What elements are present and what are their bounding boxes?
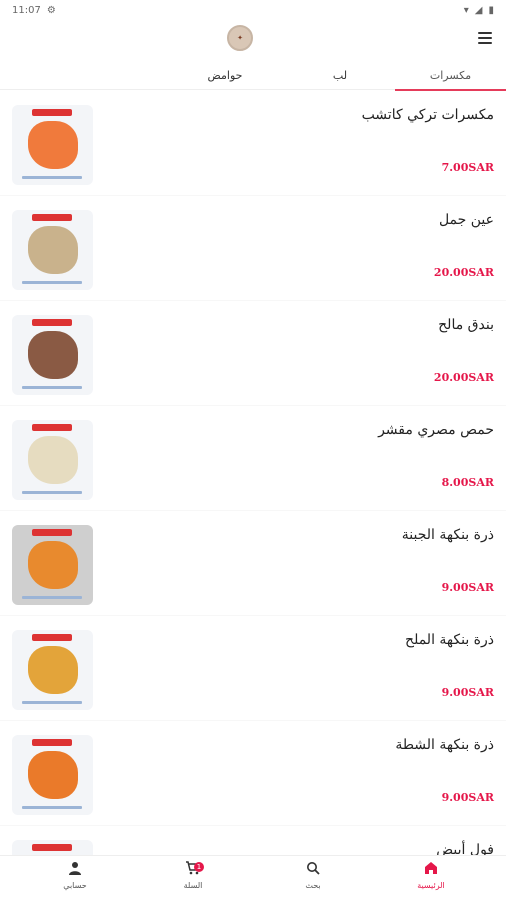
brand-logo: [32, 844, 72, 851]
image-caption: [22, 176, 82, 179]
image-caption: [22, 806, 82, 809]
product-item[interactable]: ذرة بنكهة الجبنة 9.00SAR: [0, 511, 506, 615]
menu-icon[interactable]: [478, 32, 492, 44]
tab-label: حوامض: [207, 68, 243, 82]
product-image: [12, 840, 93, 855]
tab-sours[interactable]: حوامض: [180, 60, 270, 90]
nav-label: الرئيسية: [417, 881, 445, 890]
product-image: [12, 315, 93, 395]
nav-home[interactable]: الرئيسية: [401, 861, 461, 890]
product-item[interactable]: مكسرات تركي كاتشب 7.00SAR: [0, 91, 506, 195]
product-image: [12, 210, 93, 290]
product-name: فول أبيض: [436, 842, 494, 855]
product-price: 9.00SAR: [441, 791, 494, 804]
product-name: ذرة بنكهة الشطة: [395, 737, 494, 753]
brand-logo: [32, 634, 72, 641]
product-list[interactable]: مكسرات تركي كاتشب 7.00SAR عين جمل 20.00S…: [0, 91, 506, 855]
product-price: 8.00SAR: [441, 476, 494, 489]
image-caption: [22, 596, 82, 599]
product-item[interactable]: بندق مالح 20.00SAR: [0, 301, 506, 405]
nav-label: السلة: [183, 881, 203, 890]
tab-seeds[interactable]: لب: [300, 60, 380, 90]
product-price: 7.00SAR: [441, 161, 494, 174]
product-item[interactable]: فول أبيض: [0, 826, 506, 855]
nav-account[interactable]: حسابي: [45, 861, 105, 890]
home-icon: [401, 861, 461, 879]
cart-icon: [163, 861, 223, 879]
status-icons: ▾ ◢ ▮: [464, 5, 494, 16]
product-photo: [28, 331, 78, 379]
menu-line: [478, 32, 492, 34]
product-name: ذرة بنكهة الجبنة: [401, 527, 494, 543]
image-caption: [22, 491, 82, 494]
wifi-icon: ▾: [463, 4, 469, 16]
nav-label: حسابي: [63, 881, 87, 890]
product-name: مكسرات تركي كاتشب: [361, 107, 494, 123]
product-name: بندق مالح: [438, 317, 494, 333]
brand-logo: [32, 529, 72, 536]
image-caption: [22, 281, 82, 284]
product-price: 9.00SAR: [441, 686, 494, 699]
product-image: [12, 525, 93, 605]
status-bar: 11:07 ⚙ ▾ ◢ ▮: [0, 0, 506, 20]
product-price: 20.00SAR: [433, 371, 494, 384]
product-photo: [28, 541, 78, 589]
product-image: [12, 420, 93, 500]
product-photo: [28, 226, 78, 274]
signal-icon: ◢: [474, 4, 483, 16]
brand-logo: [32, 424, 72, 431]
product-photo: [28, 751, 78, 799]
app-logo: ✦: [227, 25, 253, 51]
search-icon: [283, 861, 343, 879]
nav-search[interactable]: بحث: [283, 861, 343, 890]
product-name: ذرة بنكهة الملح: [405, 632, 494, 648]
tab-label: مكسرات: [429, 68, 472, 82]
product-photo: [28, 436, 78, 484]
product-item[interactable]: ذرة بنكهة الملح 9.00SAR: [0, 616, 506, 720]
brand-logo: [32, 109, 72, 116]
product-image: [12, 630, 93, 710]
nav-label: بحث: [305, 881, 321, 890]
product-item[interactable]: عين جمل 20.00SAR: [0, 196, 506, 300]
menu-line: [478, 37, 492, 39]
product-image: [12, 735, 93, 815]
product-name: حمص مصري مقشر: [378, 422, 494, 438]
product-name: عين جمل: [438, 212, 494, 228]
product-photo: [28, 121, 78, 169]
product-image: [12, 105, 93, 185]
product-price: 20.00SAR: [433, 266, 494, 279]
category-tabs: مكسرات لب حوامض: [0, 60, 506, 91]
image-caption: [22, 701, 82, 704]
product-item[interactable]: ذرة بنكهة الشطة 9.00SAR: [0, 721, 506, 825]
brand-logo: [32, 319, 72, 326]
bottom-navigation: حسابي 1 السلة بحث الرئيسية: [0, 855, 506, 900]
settings-gear-icon: ⚙: [46, 4, 56, 16]
image-caption: [22, 386, 82, 389]
status-time: 11:07: [12, 4, 41, 16]
nav-cart[interactable]: 1 السلة: [163, 861, 223, 890]
product-price: 9.00SAR: [441, 581, 494, 594]
menu-line: [478, 42, 492, 44]
product-photo: [28, 646, 78, 694]
battery-icon: ▮: [488, 4, 494, 16]
cart-badge: 1: [194, 862, 204, 872]
person-icon: [45, 861, 105, 879]
brand-logo: [32, 739, 72, 746]
tab-label: لب: [332, 68, 348, 82]
tab-nuts[interactable]: مكسرات: [395, 60, 506, 91]
product-item[interactable]: حمص مصري مقشر 8.00SAR: [0, 406, 506, 510]
brand-logo: [32, 214, 72, 221]
app-bar: ✦: [0, 20, 506, 60]
